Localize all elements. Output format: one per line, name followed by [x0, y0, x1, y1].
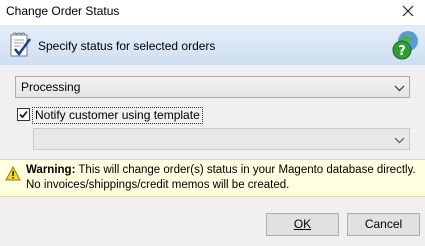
template-select[interactable] [33, 128, 410, 150]
chevron-down-icon [394, 82, 405, 92]
title-bar: Change Order Status [0, 0, 425, 24]
status-select[interactable]: Processing [15, 76, 410, 98]
notify-customer-label[interactable]: Notify customer using template [32, 107, 203, 124]
header-label: Specify status for selected orders [38, 39, 216, 53]
warning-message: This will change order(s) status in your… [26, 164, 416, 191]
help-globe-icon[interactable]: ? [391, 29, 421, 61]
notify-customer-checkbox[interactable] [17, 108, 30, 121]
change-order-status-dialog: Change Order Status Specify status for s… [0, 0, 425, 246]
warning-text: Warning: This will change order(s) statu… [26, 163, 420, 193]
warning-panel: Warning: This will change order(s) statu… [0, 159, 425, 197]
svg-text:?: ? [398, 44, 406, 59]
close-icon[interactable] [399, 2, 417, 20]
ok-button-label: OK [293, 217, 312, 231]
ok-button[interactable]: OK [266, 213, 339, 236]
clipboard-check-icon [8, 31, 32, 59]
cancel-button[interactable]: Cancel [347, 213, 420, 236]
window-title: Change Order Status [6, 4, 120, 18]
warning-icon [5, 165, 21, 181]
warning-prefix: Warning: [26, 164, 76, 176]
dialog-header: Specify status for selected orders ? [0, 25, 425, 66]
status-select-value: Processing [21, 80, 81, 94]
cancel-button-label: Cancel [364, 217, 403, 231]
chevron-down-icon [394, 134, 405, 144]
